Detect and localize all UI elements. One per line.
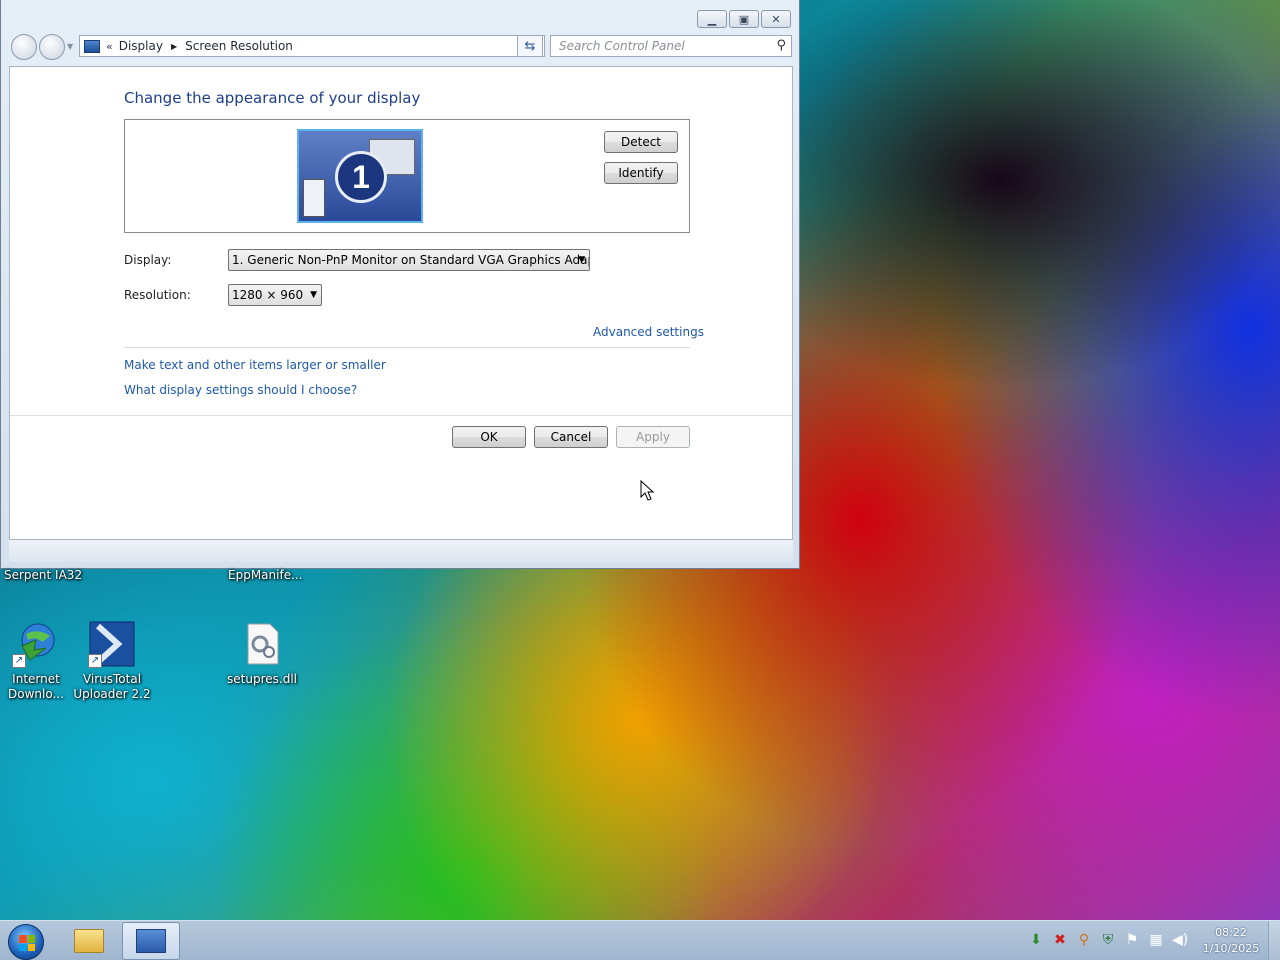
start-button[interactable] [8, 924, 44, 960]
desktop-icon-setupres-dll[interactable]: setupres.dll [222, 620, 302, 687]
monitor-1-tile[interactable]: 1 [297, 129, 423, 223]
display-help-link[interactable]: What display settings should I choose? [124, 383, 357, 397]
display-select[interactable]: 1. Generic Non-PnP Monitor on Standard V… [228, 249, 590, 271]
divider [10, 415, 792, 416]
monitor-number: 1 [335, 151, 387, 203]
breadcrumb-arrow-icon[interactable]: ▶ [171, 42, 177, 51]
taskbar: ⬇ ✖ ⚲ ⛨ ⚑ ▦ ◀) 08:22 1/10/2025 [0, 920, 1280, 960]
tray-shield-icon[interactable]: ⛨ [1100, 931, 1116, 949]
screen-resolution-window: ▁ ▣ ✕ ▼ « Display ▶ Screen Resolution ▼ … [0, 0, 800, 569]
resolution-select-value: 1280 × 960 [232, 288, 304, 302]
resolution-select[interactable]: 1280 × 960 ▼ [228, 284, 322, 306]
desktop-icon-virustotal-uploader[interactable]: ↗ VirusTotal Uploader 2.2 [72, 620, 152, 702]
volume-icon[interactable]: ◀) [1172, 931, 1188, 949]
taskbar-clock[interactable]: 08:22 1/10/2025 [1196, 925, 1266, 957]
internet-download-manager-icon: ↗ [12, 620, 60, 668]
divider [124, 347, 690, 348]
dll-file-icon [238, 620, 286, 668]
taskbar-control-panel-button[interactable] [122, 922, 180, 960]
status-bar [9, 540, 793, 562]
clock-date: 1/10/2025 [1202, 942, 1260, 955]
refresh-button[interactable]: ⇆ [517, 35, 543, 57]
mouse-cursor-icon [640, 480, 655, 501]
breadcrumb-display[interactable]: Display [119, 39, 163, 53]
action-center-flag-icon[interactable]: ⚑ [1124, 931, 1140, 949]
apply-button[interactable]: Apply [616, 426, 690, 448]
taskbar-explorer-button[interactable] [60, 922, 118, 960]
tray-close-icon[interactable]: ✖ [1052, 931, 1068, 949]
content-pane: Change the appearance of your display 1 … [9, 66, 793, 540]
desktop-icon-label: setupres.dll [227, 672, 297, 686]
caption-buttons: ▁ ▣ ✕ [697, 10, 791, 28]
windows-logo-icon [19, 935, 35, 951]
page-title: Change the appearance of your display [124, 89, 421, 107]
chevron-down-icon: ▼ [578, 255, 585, 265]
detect-button[interactable]: Detect [604, 131, 678, 153]
recent-pages-dropdown-icon[interactable]: ▼ [67, 42, 73, 51]
advanced-settings-link[interactable]: Advanced settings [593, 325, 704, 339]
desktop-icon-label[interactable]: Serpent IA32 [4, 568, 82, 583]
close-button[interactable]: ✕ [761, 10, 791, 28]
folder-icon [74, 929, 104, 953]
display-select-value: 1. Generic Non-PnP Monitor on Standard V… [232, 253, 590, 267]
network-icon[interactable]: ▦ [1148, 931, 1164, 949]
cancel-button[interactable]: Cancel [534, 426, 608, 448]
desktop-icon-label: Internet Downlo... [8, 672, 64, 701]
monitor-preview-window-icon [303, 179, 325, 217]
minimize-button[interactable]: ▁ [697, 10, 727, 28]
monitor-arrangement-panel: 1 Detect Identify [124, 119, 690, 233]
tray-download-icon[interactable]: ⬇ [1028, 931, 1044, 949]
minimize-icon: ▁ [707, 12, 717, 26]
control-panel-icon [84, 39, 100, 53]
search-input[interactable]: Search Control Panel ⚲ [550, 35, 792, 57]
breadcrumb-screen-resolution[interactable]: Screen Resolution [185, 39, 293, 53]
desktop-icon-label[interactable]: EppManife... [228, 568, 303, 583]
refresh-icon: ⇆ [524, 38, 536, 54]
control-panel-icon [136, 929, 166, 953]
forward-button[interactable] [39, 34, 65, 60]
search-placeholder: Search Control Panel [559, 39, 685, 53]
show-desktop-button[interactable] [1268, 921, 1280, 960]
text-size-link[interactable]: Make text and other items larger or smal… [124, 358, 386, 372]
close-icon: ✕ [771, 12, 781, 26]
tray-search-icon[interactable]: ⚲ [1076, 931, 1092, 949]
desktop-icon-label: VirusTotal Uploader 2.2 [73, 672, 151, 701]
shortcut-arrow-icon: ↗ [88, 654, 102, 668]
navigation-bar: ▼ « Display ▶ Screen Resolution ▼ ⇆ Sear… [9, 34, 792, 60]
maximize-icon: ▣ [738, 12, 750, 26]
clock-time: 08:22 [1215, 926, 1247, 939]
maximize-button[interactable]: ▣ [729, 10, 759, 28]
address-bar[interactable]: « Display ▶ Screen Resolution ▼ [79, 35, 545, 57]
system-tray: ⬇ ✖ ⚲ ⛨ ⚑ ▦ ◀) [1028, 931, 1188, 949]
chevron-down-icon: ▼ [310, 290, 317, 300]
desktop-icon-internet-download-manager[interactable]: ↗ Internet Downlo... [0, 620, 76, 702]
virustotal-uploader-icon: ↗ [88, 620, 136, 668]
back-button[interactable] [11, 34, 37, 60]
display-label: Display: [124, 253, 172, 267]
breadcrumb-overflow[interactable]: « [106, 40, 113, 53]
search-icon[interactable]: ⚲ [776, 38, 786, 53]
resolution-label: Resolution: [124, 288, 191, 302]
identify-button[interactable]: Identify [604, 162, 678, 184]
shortcut-arrow-icon: ↗ [12, 654, 26, 668]
ok-button[interactable]: OK [452, 426, 526, 448]
